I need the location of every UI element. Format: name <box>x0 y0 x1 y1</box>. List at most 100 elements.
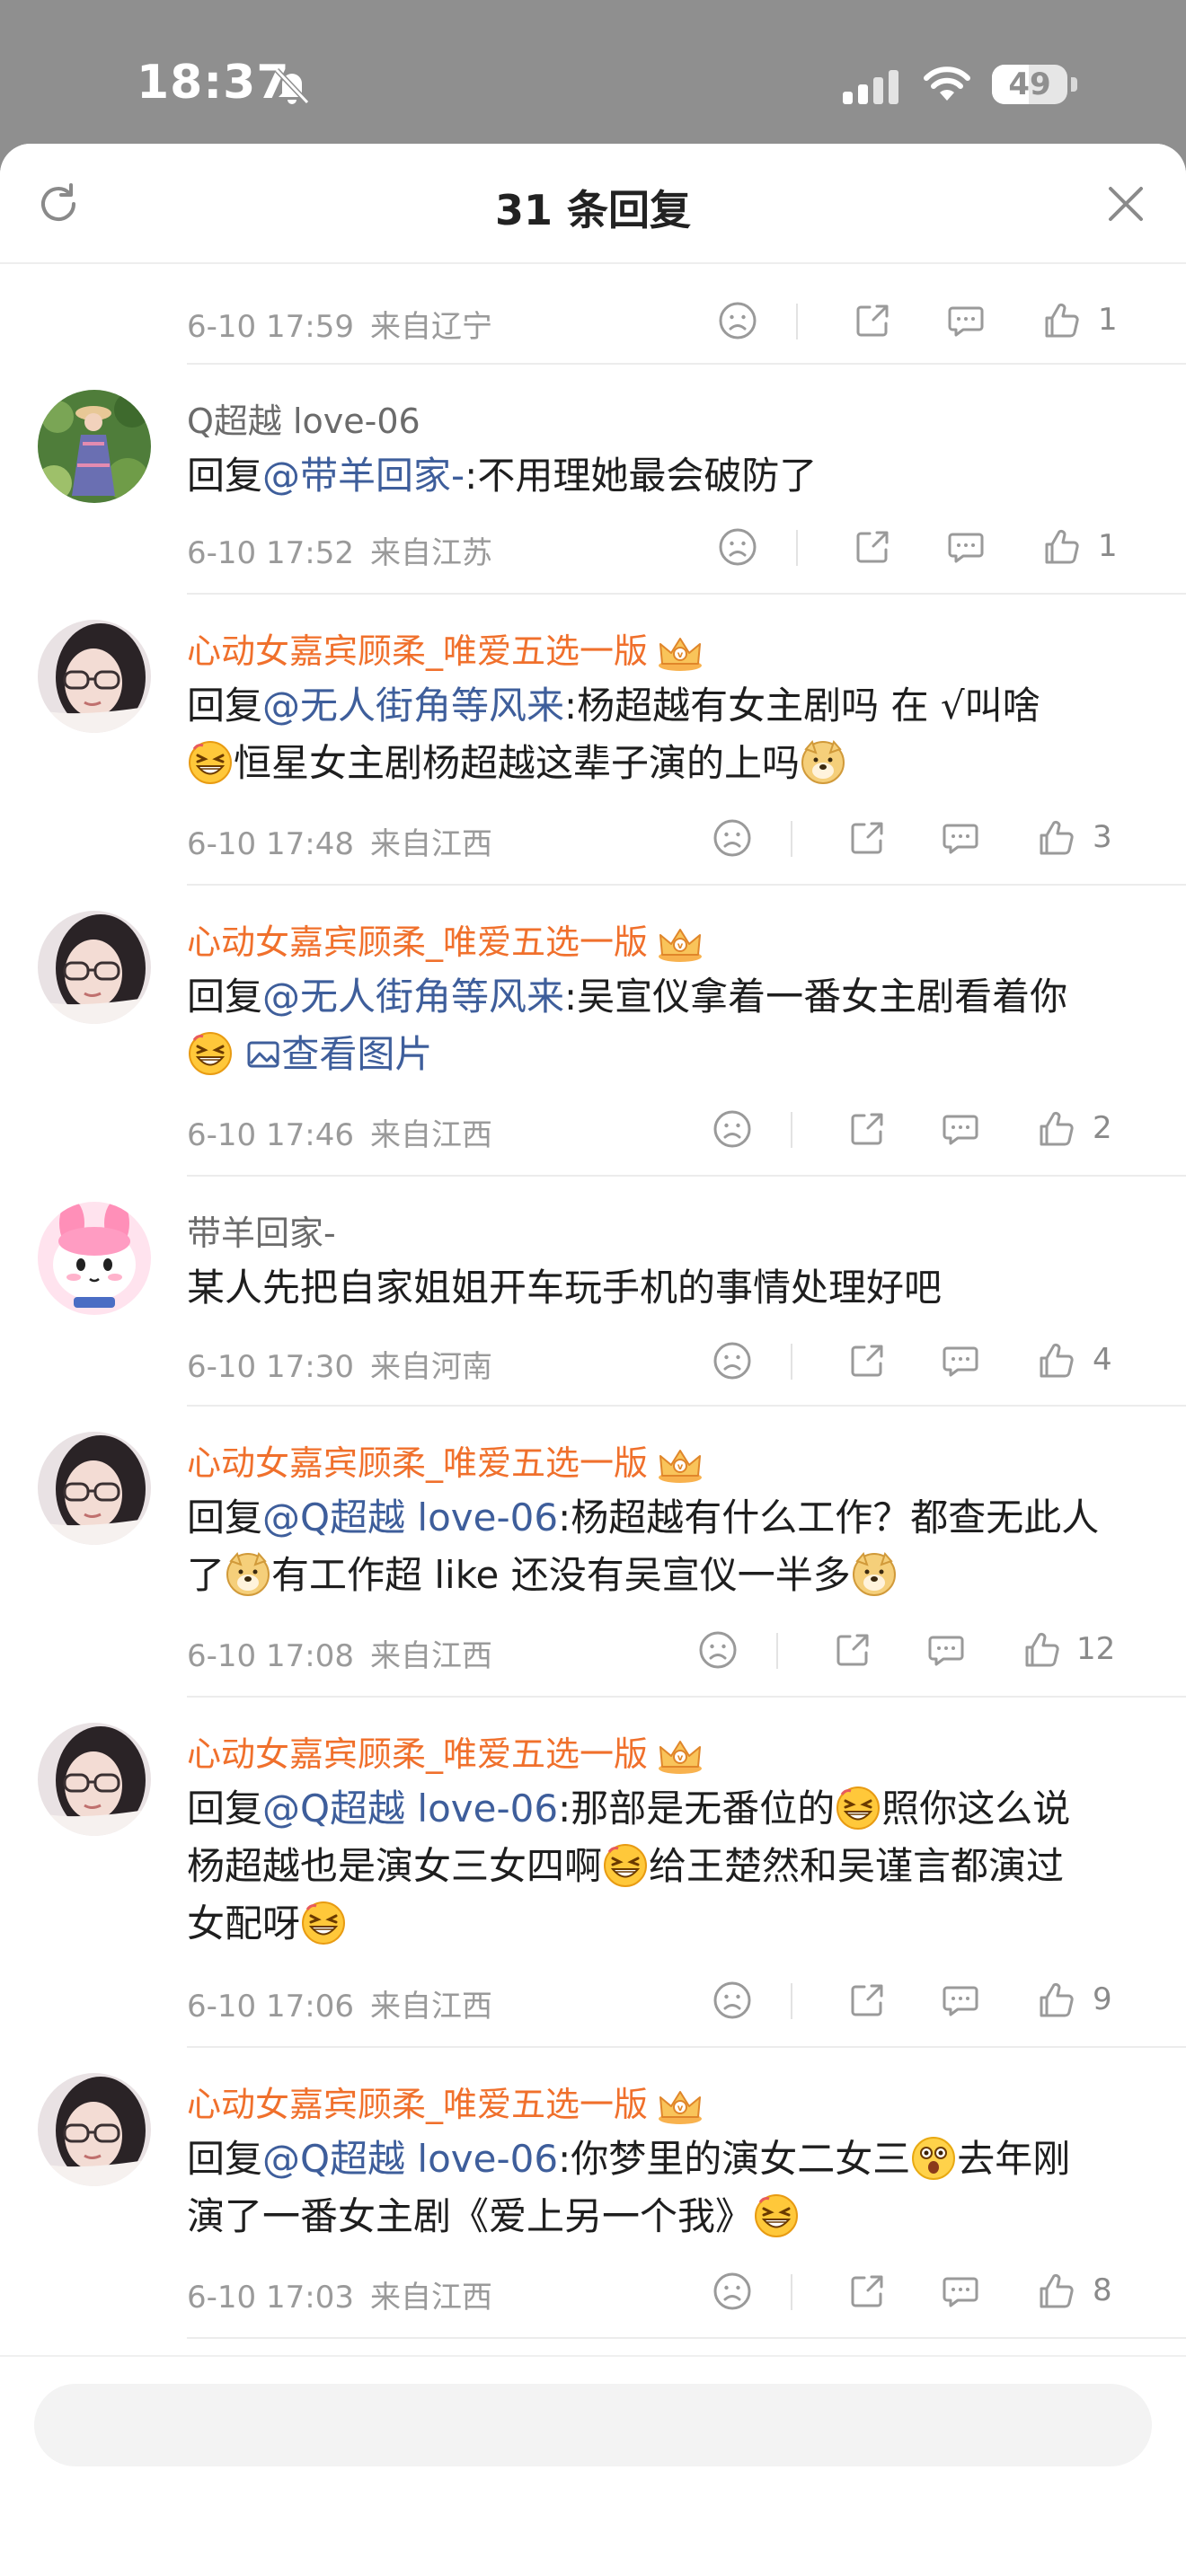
frown-icon[interactable] <box>710 1107 755 1151</box>
mention-link[interactable]: @带羊回家- <box>262 454 465 498</box>
frown-icon[interactable] <box>710 816 755 860</box>
view-image-link[interactable]: 查看图片 <box>245 1032 432 1076</box>
share-icon[interactable] <box>845 1338 890 1383</box>
share-icon[interactable] <box>850 298 895 343</box>
battery-level: 49 <box>1008 66 1051 102</box>
cellular-signal-icon <box>843 70 898 104</box>
reply-input-bar <box>0 2355 1186 2576</box>
reply-prefix: 回复 <box>187 684 263 728</box>
reply-time: 6-10 17:59 <box>187 309 354 345</box>
reply-prefix: 回复 <box>187 1495 263 1539</box>
avatar[interactable] <box>38 620 151 733</box>
share-icon[interactable] <box>850 525 895 569</box>
frown-icon[interactable] <box>710 2269 755 2314</box>
share-icon[interactable] <box>845 816 890 860</box>
mention-link[interactable]: @Q超越 love-06 <box>262 1495 558 1539</box>
reply-body: 恒星女主剧杨超越这辈子演的上吗 <box>234 741 801 785</box>
reply-time: 6-10 17:48 <box>187 826 354 862</box>
avatar[interactable] <box>38 1202 151 1315</box>
reply-actions: 4 <box>685 1338 1152 1383</box>
like-count: 3 <box>1093 819 1112 855</box>
reply-prefix: 回复 <box>187 2137 263 2181</box>
comment-bubble-icon[interactable] <box>943 298 988 343</box>
reply-meta: 6-10 17:52 来自江苏 <box>187 528 492 572</box>
avatar[interactable] <box>38 390 151 503</box>
close-icon[interactable] <box>1103 181 1148 226</box>
reply-location: 来自辽宁 <box>369 309 492 345</box>
share-icon[interactable] <box>845 2269 890 2314</box>
doge-emoji <box>225 1550 271 1597</box>
reply-location: 来自江西 <box>369 1638 492 1674</box>
reply-item: 心动女嘉宾顾柔_唯爱五选一版 回复@无人街角等风来:吴宣仪拿着一番女主剧看着你 … <box>0 886 1186 1177</box>
avatar[interactable] <box>38 911 151 1024</box>
comment-bubble-icon[interactable] <box>924 1628 969 1672</box>
avatar[interactable] <box>38 1432 151 1545</box>
reply-author[interactable]: 心动女嘉宾顾柔_唯爱五选一版 <box>187 2077 705 2126</box>
frown-icon[interactable] <box>710 1978 755 2023</box>
reply-meta: 6-10 17:03 来自江西 <box>187 2272 492 2316</box>
thumbs-up-icon[interactable] <box>1039 525 1084 569</box>
reply-author[interactable]: 心动女嘉宾顾柔_唯爱五选一版 <box>187 914 705 964</box>
crown-badge-icon <box>655 2089 705 2125</box>
mention-link[interactable]: @Q超越 love-06 <box>262 2137 558 2181</box>
reply-location: 来自江苏 <box>369 535 492 571</box>
reply-body: :杨超越有什么工作？都查无此人 <box>558 1495 1100 1539</box>
reply-item: 心动女嘉宾顾柔_唯爱五选一版 回复@Q超越 love-06:杨超越有什么工作？都… <box>0 1407 1186 1698</box>
reply-author[interactable]: 心动女嘉宾顾柔_唯爱五选一版 <box>187 1726 705 1776</box>
thumbs-up-icon[interactable] <box>1033 1107 1078 1151</box>
comment-bubble-icon[interactable] <box>938 1978 983 2023</box>
mention-link[interactable]: @无人街角等风来 <box>262 684 564 728</box>
reply-actions: 8 <box>685 2269 1152 2314</box>
author-name: 心动女嘉宾顾柔_唯爱五选一版 <box>187 631 649 671</box>
reply-input[interactable] <box>34 2384 1152 2466</box>
reply-body: 演了一番女主剧《爱上另一个我》 <box>187 2194 754 2238</box>
reply-body: 有工作超 like 还没有吴宣仪一半多 <box>271 1553 851 1597</box>
reply-body: 给王楚然和吴谨言都演过 <box>649 1844 1065 1888</box>
frown-icon[interactable] <box>695 1628 740 1672</box>
like-count: 1 <box>1098 302 1118 338</box>
frown-icon[interactable] <box>710 1338 755 1383</box>
reply-author[interactable]: 心动女嘉宾顾柔_唯爱五选一版 <box>187 623 705 673</box>
replies-sheet: 31 条回复 6-10 17:59 来自辽宁 1 Q超越 love-06 回复@… <box>0 144 1186 2576</box>
thumbs-up-icon[interactable] <box>1019 1628 1064 1672</box>
thumbs-up-icon[interactable] <box>1039 298 1084 343</box>
thumbs-up-icon[interactable] <box>1033 1338 1078 1383</box>
reply-time: 6-10 17:52 <box>187 535 354 571</box>
reply-actions: 2 <box>685 1107 1152 1151</box>
action-divider <box>791 821 792 857</box>
reply-author[interactable]: Q超越 love-06 <box>187 393 420 443</box>
comment-bubble-icon[interactable] <box>943 525 988 569</box>
frown-icon[interactable] <box>715 525 760 569</box>
share-icon[interactable] <box>830 1628 875 1672</box>
reply-text: 回复@带羊回家-:不用理她最会破防了 <box>187 447 1157 505</box>
comment-bubble-icon[interactable] <box>938 816 983 860</box>
image-icon <box>247 1041 279 1068</box>
comment-bubble-icon[interactable] <box>938 1107 983 1151</box>
mention-link[interactable]: @Q超越 love-06 <box>262 1786 558 1831</box>
avatar[interactable] <box>38 1723 151 1836</box>
comment-bubble-icon[interactable] <box>938 2269 983 2314</box>
sheet-header: 31 条回复 <box>0 144 1186 264</box>
thumbs-up-icon[interactable] <box>1033 2269 1078 2314</box>
reply-meta: 6-10 17:48 来自江西 <box>187 819 492 863</box>
comment-bubble-icon[interactable] <box>938 1338 983 1383</box>
reply-body: :你梦里的演女二女三 <box>558 2137 911 2181</box>
thumbs-up-icon[interactable] <box>1033 816 1078 860</box>
reply-body: :杨超越有女主剧吗 在 √叫啥 <box>564 684 1040 728</box>
frown-icon[interactable] <box>715 298 760 343</box>
author-name: 心动女嘉宾顾柔_唯爱五选一版 <box>187 2085 649 2124</box>
reply-meta: 6-10 17:59 来自辽宁 <box>187 302 492 346</box>
avatar[interactable] <box>38 2073 151 2186</box>
thumbs-up-icon[interactable] <box>1033 1978 1078 2023</box>
mention-link[interactable]: @无人街角等风来 <box>262 975 564 1019</box>
view-image-label: 查看图片 <box>281 1032 433 1076</box>
action-divider <box>776 1633 778 1669</box>
reply-location: 来自河南 <box>369 1349 492 1385</box>
reply-prefix: 回复 <box>187 1786 263 1831</box>
reply-author[interactable]: 带羊回家- <box>187 1205 336 1255</box>
reply-author[interactable]: 心动女嘉宾顾柔_唯爱五选一版 <box>187 1435 705 1485</box>
share-icon[interactable] <box>845 1978 890 2023</box>
grinning-emoji <box>187 1029 234 1076</box>
crown-badge-icon <box>655 927 705 963</box>
share-icon[interactable] <box>845 1107 890 1151</box>
